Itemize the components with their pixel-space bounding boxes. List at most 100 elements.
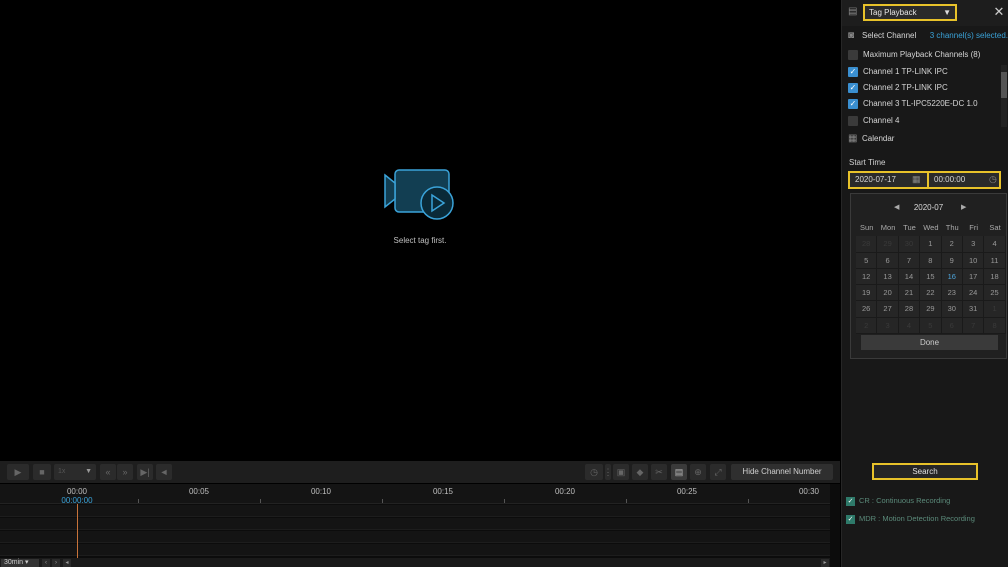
calendar-day[interactable]: 2 bbox=[941, 236, 963, 253]
scroll-thumb[interactable] bbox=[1001, 72, 1007, 98]
calendar-day[interactable]: 11 bbox=[984, 252, 1006, 269]
next-month-button[interactable]: ▶ bbox=[961, 203, 966, 211]
calendar-day[interactable]: 30 bbox=[941, 301, 963, 318]
calendar-day[interactable]: 26 bbox=[856, 301, 878, 318]
timeline-track[interactable] bbox=[0, 505, 830, 517]
date-picker: ◀ 2020-07 ▶ Sun Mon Tue Wed Thu Fri Sat 28 29 30 1… bbox=[850, 193, 1007, 359]
legend-checkbox[interactable]: ✓ bbox=[846, 496, 855, 506]
channel-row[interactable]: Channel 4 bbox=[842, 113, 1008, 129]
calendar-day[interactable]: 23 bbox=[941, 285, 963, 302]
zoom-icon[interactable]: ⊕ bbox=[690, 464, 706, 480]
legend-item[interactable]: ✓ CR : Continuous Recording bbox=[846, 496, 950, 506]
done-button[interactable]: Done bbox=[861, 335, 998, 350]
selected-count: 3 channel(s) selected. bbox=[929, 31, 1008, 40]
max-channels-row[interactable]: Maximum Playback Channels (8) bbox=[842, 47, 1008, 63]
timeline-track[interactable] bbox=[0, 544, 830, 556]
channel-row[interactable]: ✓ Channel 3 TL-IPC5220E-DC 1.0 bbox=[842, 96, 1008, 112]
channel-checkbox[interactable]: ✓ bbox=[848, 99, 858, 109]
channel-row[interactable]: ✓ Channel 1 TP-LINK IPC bbox=[842, 64, 1008, 80]
clock-icon[interactable]: ◷ bbox=[585, 464, 603, 480]
legend-item[interactable]: ✓ MDR : Motion Detection Recording bbox=[846, 514, 975, 524]
lock-icon[interactable]: ▣ bbox=[613, 464, 629, 480]
select-channel-label: Select Channel bbox=[862, 31, 917, 40]
calendar-day[interactable]: 28 bbox=[898, 301, 921, 318]
start-clock-value[interactable]: 00:00:00 bbox=[934, 175, 965, 184]
calendar-day[interactable]: 27 bbox=[877, 301, 899, 318]
video-camera-play-icon bbox=[384, 169, 454, 220]
fullscreen-icon[interactable]: ⤢ bbox=[710, 464, 726, 480]
calendar-day[interactable]: 5 bbox=[856, 252, 878, 269]
calendar-day[interactable]: 1 bbox=[920, 236, 942, 253]
chevron-down-icon: ▼ bbox=[85, 468, 92, 475]
tag-icon[interactable]: ◆ bbox=[632, 464, 648, 480]
calendar-day[interactable]: 7 bbox=[898, 252, 921, 269]
list-icon[interactable]: ▤ bbox=[848, 6, 857, 17]
calendar-day[interactable]: 18 bbox=[984, 268, 1006, 286]
scroll-right-button[interactable]: › bbox=[52, 559, 60, 567]
video-view: Select tag first. bbox=[0, 0, 840, 460]
calendar-day[interactable]: 13 bbox=[877, 268, 899, 286]
calendar-day[interactable]: 16 bbox=[941, 268, 963, 286]
start-time-input[interactable]: 2020-07-17 ▦ 00:00:00 ◷ bbox=[848, 171, 1001, 189]
timeline[interactable]: 00:00 00:05 00:10 00:15 00:20 00:25 00:3… bbox=[0, 484, 840, 567]
max-channels-checkbox[interactable] bbox=[848, 50, 858, 60]
select-channel-row: ◙ Select Channel 3 channel(s) selected. bbox=[842, 28, 1008, 44]
calendar-day[interactable]: 10 bbox=[962, 252, 985, 269]
calendar-day[interactable]: 15 bbox=[920, 268, 942, 286]
calendar-day[interactable]: 19 bbox=[856, 285, 878, 302]
zoom-value: 30min bbox=[4, 559, 24, 566]
calendar-day[interactable]: 14 bbox=[898, 268, 921, 286]
calendar-day: 2 bbox=[856, 317, 878, 335]
playhead[interactable] bbox=[77, 504, 78, 559]
calendar-day[interactable]: 31 bbox=[962, 301, 985, 318]
channel-row[interactable]: ✓ Channel 2 TP-LINK IPC bbox=[842, 80, 1008, 96]
calendar-day[interactable]: 20 bbox=[877, 285, 899, 302]
forward-30s-button[interactable]: » bbox=[117, 464, 133, 480]
rewind-30s-button[interactable]: « bbox=[100, 464, 116, 480]
tick-label: 00:10 bbox=[310, 487, 332, 496]
calendar-icon[interactable]: ▦ bbox=[912, 174, 921, 185]
channel-checkbox[interactable]: ✓ bbox=[848, 83, 858, 93]
calendar-day[interactable]: 4 bbox=[984, 236, 1006, 253]
frame-step-button[interactable]: ▶| bbox=[137, 464, 153, 480]
calendar-grid: Sun Mon Tue Wed Thu Fri Sat 28 29 30 1 2 3 4 5 6 7 8 9 10 11… bbox=[856, 220, 1006, 335]
calendar-icon[interactable]: ▤ bbox=[671, 464, 687, 480]
hide-channel-number-button[interactable]: Hide Channel Number bbox=[731, 464, 833, 480]
scroll-end-button[interactable]: ▸ bbox=[821, 559, 829, 567]
timeline-scrollbar[interactable] bbox=[0, 558, 830, 567]
calendar-day[interactable]: 12 bbox=[856, 268, 878, 286]
scroll-start-button[interactable]: ◂ bbox=[63, 559, 71, 567]
zoom-select[interactable]: 30min ▾ bbox=[1, 559, 39, 567]
calendar-day[interactable]: 25 bbox=[984, 285, 1006, 302]
mute-button[interactable]: ◄ bbox=[156, 464, 172, 480]
start-date-value[interactable]: 2020-07-17 bbox=[855, 175, 896, 184]
timeline-ruler[interactable]: 00:00 00:05 00:10 00:15 00:20 00:25 00:3… bbox=[0, 484, 830, 505]
channel-list-scrollbar[interactable] bbox=[1001, 65, 1007, 127]
play-button[interactable]: ▶ bbox=[7, 464, 29, 480]
calendar-day[interactable]: 29 bbox=[920, 301, 942, 318]
calendar-day[interactable]: 22 bbox=[920, 285, 942, 302]
calendar-day[interactable]: 17 bbox=[962, 268, 985, 286]
search-button[interactable]: Search bbox=[872, 463, 978, 480]
channel-checkbox[interactable] bbox=[848, 116, 858, 126]
calendar-day[interactable]: 21 bbox=[898, 285, 921, 302]
calendar-month: 2020-07 bbox=[913, 203, 944, 212]
calendar-day[interactable]: 8 bbox=[920, 252, 942, 269]
calendar-day[interactable]: 24 bbox=[962, 285, 985, 302]
playback-mode-select[interactable]: Tag Playback ▼ bbox=[863, 4, 957, 21]
timeline-track[interactable] bbox=[0, 518, 830, 530]
timeline-track[interactable] bbox=[0, 531, 830, 543]
stop-button[interactable]: ■ bbox=[33, 464, 51, 480]
calendar-day[interactable]: 6 bbox=[877, 252, 899, 269]
clock-icon[interactable]: ◷ bbox=[989, 174, 997, 185]
more-icon[interactable]: ⋮ bbox=[604, 464, 613, 480]
channel-checkbox[interactable]: ✓ bbox=[848, 67, 858, 77]
speed-select[interactable]: 1x ▼ bbox=[54, 464, 96, 480]
calendar-day[interactable]: 3 bbox=[962, 236, 985, 253]
tick bbox=[260, 499, 261, 503]
legend-checkbox[interactable]: ✓ bbox=[846, 514, 855, 524]
scroll-left-button[interactable]: ‹ bbox=[42, 559, 50, 567]
clip-icon[interactable]: ✂ bbox=[651, 464, 667, 480]
close-button[interactable]: ✕ bbox=[992, 5, 1006, 19]
calendar-day[interactable]: 9 bbox=[941, 252, 963, 269]
